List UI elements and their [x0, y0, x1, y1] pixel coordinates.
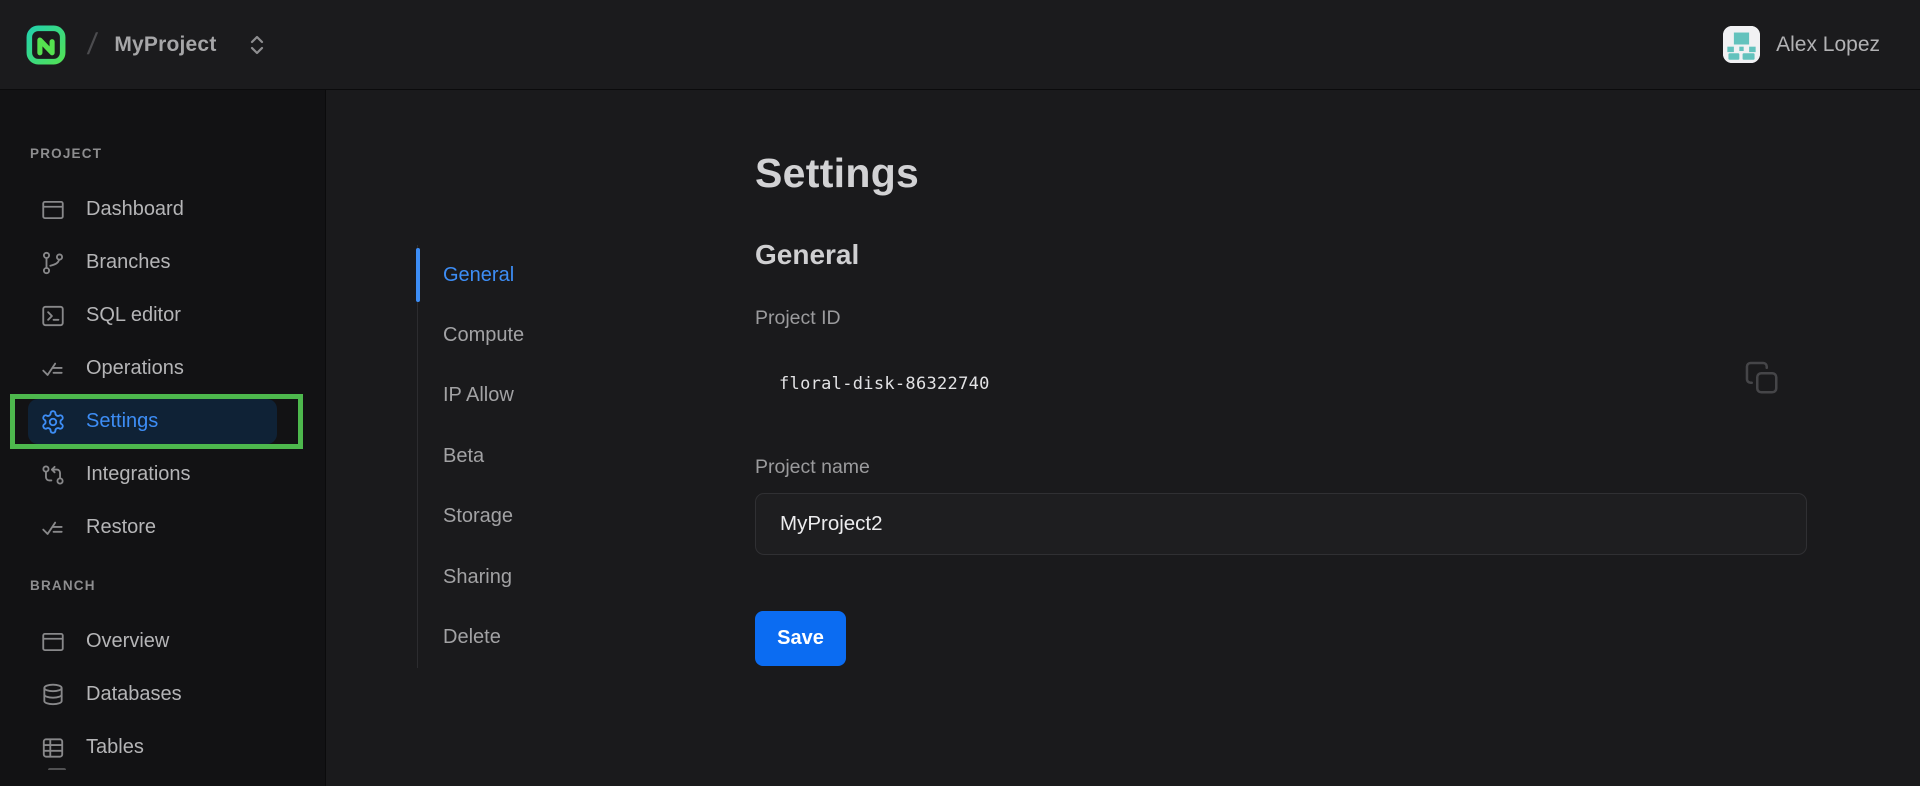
- section-title-general: General: [755, 239, 1807, 271]
- tab-label: Delete: [443, 626, 501, 649]
- main-content: General Compute IP Allow Beta Storage Sh…: [326, 90, 1920, 786]
- sidebar-item-dashboard[interactable]: Dashboard: [10, 183, 303, 236]
- operations-icon: [40, 356, 66, 382]
- sidebar-item-label: Operations: [86, 357, 184, 380]
- sidebar-item-branches[interactable]: Branches: [10, 236, 303, 289]
- sidebar-section-project: PROJECT: [0, 146, 325, 161]
- sidebar-item-overview[interactable]: Overview: [10, 615, 303, 668]
- project-name-input[interactable]: [755, 493, 1807, 555]
- tab-label: Storage: [443, 505, 513, 528]
- tab-label: IP Allow: [443, 384, 514, 407]
- sidebar-item-label: SQL editor: [86, 304, 181, 327]
- sidebar-item-label: Overview: [86, 630, 169, 653]
- settings-tab-general[interactable]: General: [418, 245, 564, 305]
- settings-tab-delete[interactable]: Delete: [418, 607, 564, 667]
- project-id-value: floral-disk-86322740: [755, 374, 990, 394]
- partial-sidebar-item-icon: [48, 768, 66, 774]
- settings-tab-ip-allow[interactable]: IP Allow: [418, 366, 564, 426]
- sidebar-item-label: Branches: [86, 251, 171, 274]
- settings-gear-icon: [40, 409, 66, 435]
- user-menu[interactable]: Alex Lopez: [1723, 26, 1880, 63]
- sidebar-item-tables[interactable]: Tables: [10, 721, 303, 774]
- sidebar-item-sql-editor[interactable]: SQL editor: [10, 289, 303, 342]
- project-id-row: floral-disk-86322740: [755, 364, 1807, 404]
- settings-tab-sharing[interactable]: Sharing: [418, 547, 564, 607]
- page-title: Settings: [755, 150, 1807, 197]
- settings-tab-storage[interactable]: Storage: [418, 487, 564, 547]
- sidebar-item-settings[interactable]: Settings: [10, 395, 303, 448]
- tab-label: Compute: [443, 324, 524, 347]
- sidebar-item-databases[interactable]: Databases: [10, 668, 303, 721]
- dashboard-icon: [40, 197, 66, 223]
- neon-logo-icon[interactable]: [26, 25, 66, 65]
- project-id-label: Project ID: [755, 307, 1807, 330]
- sidebar-item-label: Dashboard: [86, 198, 184, 221]
- breadcrumb-slash: /: [86, 28, 99, 62]
- sidebar-item-label: Settings: [86, 410, 158, 433]
- tables-icon: [40, 735, 66, 761]
- tab-label: Beta: [443, 445, 484, 468]
- sidebar: PROJECT Dashboard Branches: [0, 90, 326, 786]
- sidebar-item-label: Integrations: [86, 463, 191, 486]
- save-button[interactable]: Save: [755, 611, 846, 666]
- sidebar-section-branch: BRANCH: [0, 578, 325, 593]
- sql-editor-icon: [40, 303, 66, 329]
- user-name: Alex Lopez: [1776, 33, 1880, 57]
- sidebar-item-restore[interactable]: Restore: [10, 501, 303, 554]
- integrations-icon: [40, 462, 66, 488]
- tab-label: Sharing: [443, 566, 512, 589]
- settings-tab-beta[interactable]: Beta: [418, 426, 564, 486]
- sidebar-item-label: Restore: [86, 516, 156, 539]
- breadcrumb-project-name: MyProject: [114, 33, 216, 57]
- sidebar-item-integrations[interactable]: Integrations: [10, 448, 303, 501]
- chevron-up-down-icon: [247, 32, 267, 58]
- top-header: / MyProject Alex Lopez: [0, 0, 1920, 90]
- settings-tab-compute[interactable]: Compute: [418, 305, 564, 365]
- sidebar-item-operations[interactable]: Operations: [10, 342, 303, 395]
- project-switcher[interactable]: MyProject: [114, 32, 266, 58]
- overview-icon: [40, 629, 66, 655]
- branches-icon: [40, 250, 66, 276]
- avatar: [1723, 26, 1760, 63]
- restore-icon: [40, 515, 66, 541]
- sidebar-item-label: Tables: [86, 736, 144, 759]
- tab-label: General: [443, 264, 514, 287]
- settings-subnav: General Compute IP Allow Beta Storage Sh…: [417, 245, 564, 668]
- sidebar-item-label: Databases: [86, 683, 182, 706]
- databases-icon: [40, 682, 66, 708]
- project-name-label: Project name: [755, 456, 1807, 479]
- copy-icon[interactable]: [1742, 358, 1782, 398]
